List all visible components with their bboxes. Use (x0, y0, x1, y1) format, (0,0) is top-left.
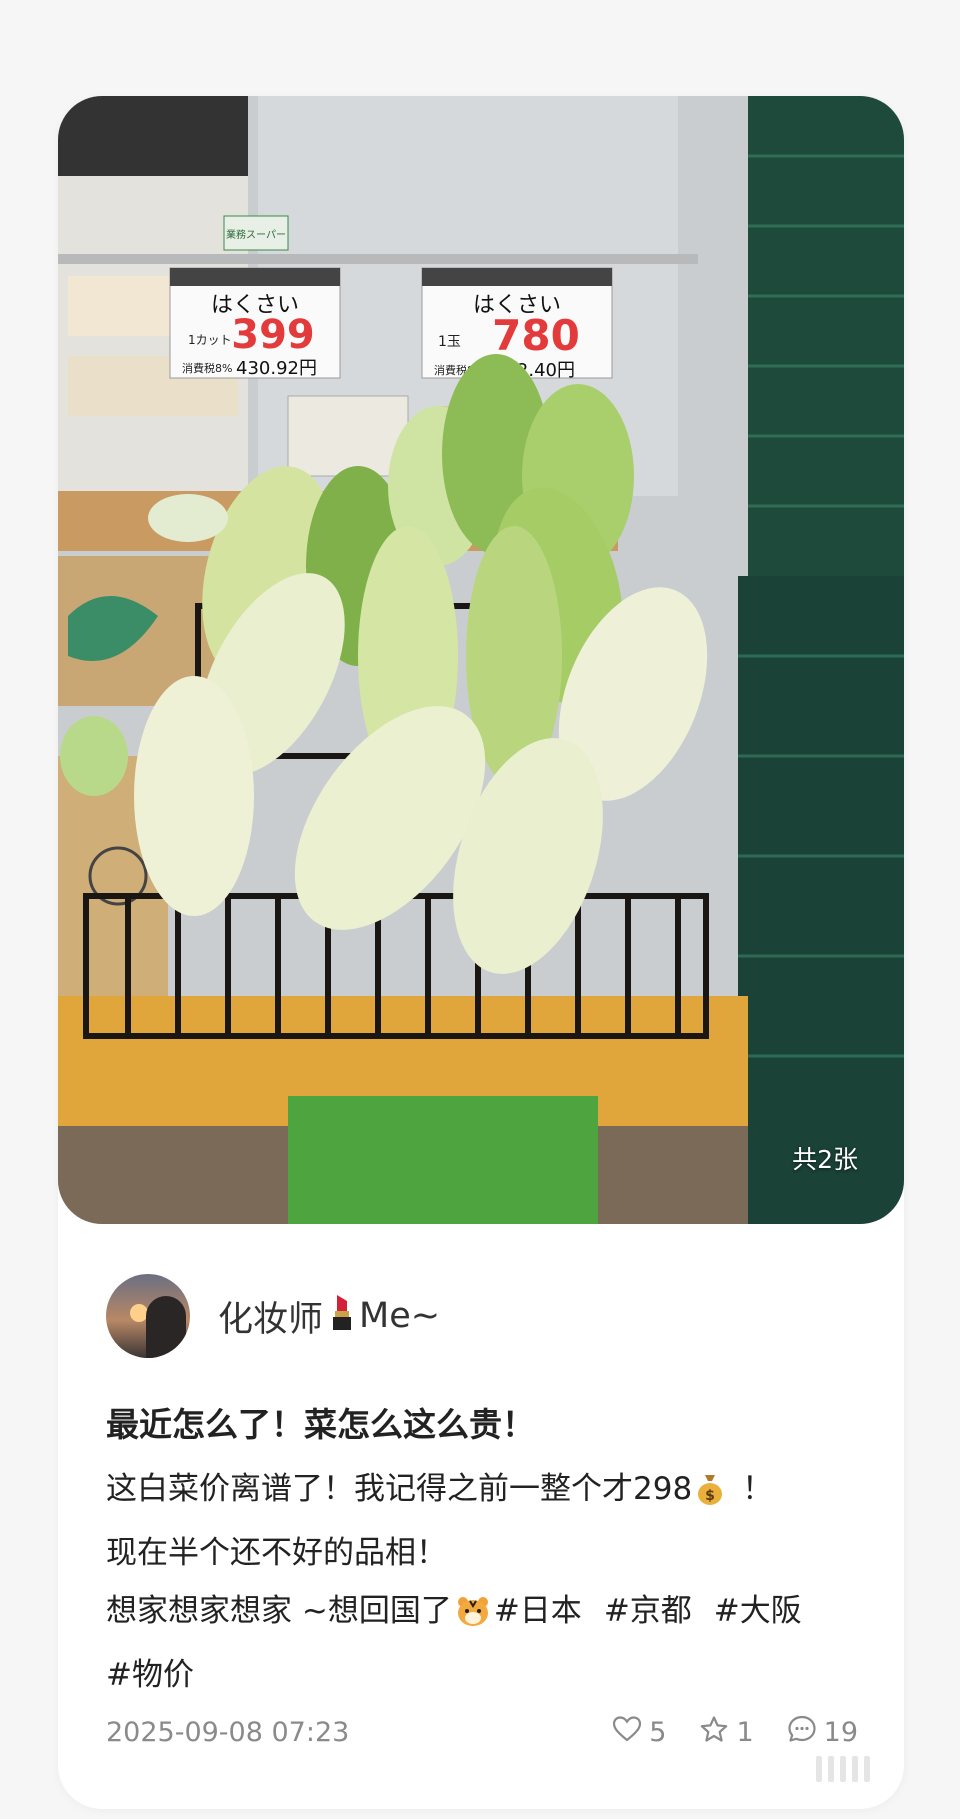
comment-icon (788, 1715, 816, 1750)
author-row[interactable]: 化妆师 Me~ (106, 1274, 440, 1358)
post-line-2: 现在半个还不好的品相！ (106, 1535, 447, 1571)
post-line-3-text: 想家想家想家 ~想回国了 (106, 1593, 452, 1629)
watermark (816, 1749, 926, 1789)
post-line-3: 想家想家想家 ~想回国了 #日本 #京都 #大阪 (106, 1582, 866, 1646)
hashtag-kyoto[interactable]: #京都 (604, 1593, 692, 1629)
post-timestamp: 2025-09-08 07:23 (106, 1717, 350, 1748)
money-bag-icon: $ (696, 1466, 724, 1524)
post-footer: 2025-09-08 07:23 5 1 19 (106, 1715, 858, 1750)
store-sign-text: 業務スーパー (226, 228, 286, 241)
tiger-face-icon (456, 1588, 490, 1646)
post-stats: 5 1 19 (613, 1715, 858, 1750)
post-title: 最近怎么了！菜怎么这么贵！ (106, 1405, 535, 1444)
comment-button[interactable]: 19 (788, 1715, 858, 1750)
like-count: 5 (649, 1717, 667, 1748)
author-name[interactable]: 化妆师 (218, 1291, 323, 1342)
hashtag-osaka[interactable]: #大阪 (714, 1593, 802, 1629)
svg-text:$: $ (705, 1488, 715, 1504)
post-line-1-end: ！ (742, 1471, 774, 1507)
post-line-1-text: 这白菜价离谱了！我记得之前一整个才298 (106, 1471, 693, 1507)
like-button[interactable]: 5 (613, 1716, 666, 1749)
post-line-1: 这白菜价离谱了！我记得之前一整个才298 $ ！ (106, 1460, 866, 1524)
author-name-row[interactable]: 化妆师 Me~ (218, 1291, 440, 1342)
post-body: 这白菜价离谱了！我记得之前一整个才298 $ ！ 现在半个还不好的品相！ 想家想家想… (106, 1460, 866, 1704)
price-tag-1-tax-label: 消費税8% (182, 361, 232, 375)
price-tag-1-tax-price: 430.92円 (236, 358, 317, 379)
price-tag-1-price: 399 (231, 312, 315, 358)
favorite-button[interactable]: 1 (700, 1715, 754, 1750)
price-tag-1-unit: 1カット (188, 333, 232, 347)
lipstick-icon (329, 1293, 355, 1340)
cabbage-photo-illustration: はくさい 1カット 399 消費税8% 430.92円 はくさい 1玉 780 … (58, 96, 904, 1224)
photo-count-label: 共2张 (792, 1145, 858, 1174)
author-name-suffix[interactable]: Me~ (359, 1296, 440, 1336)
avatar[interactable] (106, 1274, 190, 1358)
heart-icon (613, 1716, 642, 1749)
hashtag-japan[interactable]: #日本 (494, 1593, 582, 1629)
comment-count: 19 (823, 1717, 858, 1748)
hashtag-prices[interactable]: #物价 (106, 1657, 194, 1693)
post-photo[interactable]: はくさい 1カット 399 消費税8% 430.92円 はくさい 1玉 780 … (58, 96, 904, 1224)
price-tag-2-unit: 1玉 (438, 334, 461, 350)
price-tag-2-price: 780 (492, 311, 580, 360)
star-icon (700, 1715, 728, 1750)
post-line-4: #物价 (106, 1646, 866, 1704)
favorite-count: 1 (736, 1717, 754, 1748)
